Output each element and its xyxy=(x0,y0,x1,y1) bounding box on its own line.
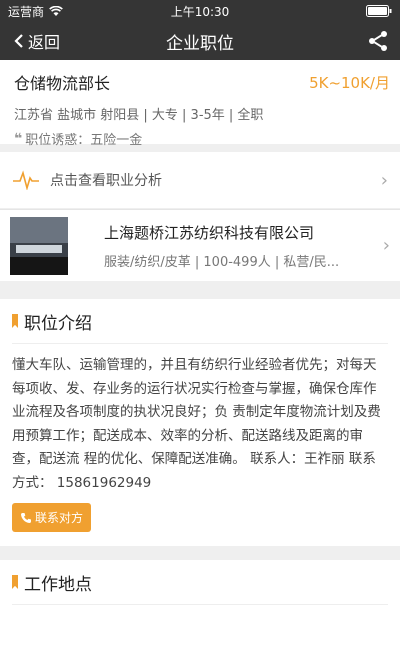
wifi-icon xyxy=(49,5,63,16)
job-summary-card: 仓储物流部长 5K~10K/月 江苏省 盐城市 射阳县 | 大专 | 3-5年 … xyxy=(0,60,400,148)
company-logo xyxy=(10,216,68,275)
bookmark-icon xyxy=(12,314,18,328)
section-title: 职位介绍 xyxy=(24,313,92,334)
job-meta: 江苏省 盐城市 射阳县 | 大专 | 3-5年 | 全职 xyxy=(14,108,264,123)
share-button[interactable] xyxy=(366,29,390,57)
nav-bar: 返回 企业职位 xyxy=(0,22,400,60)
company-name: 上海题桥江苏纺织科技有限公司 xyxy=(104,223,315,242)
phone-icon xyxy=(21,512,31,523)
section-header: 职位介绍 xyxy=(12,299,388,344)
carrier-label: 运营商 xyxy=(8,4,45,19)
company-info: 上海题桥江苏纺织科技有限公司 服装/纺织/皮革 | 100-499人 | 私营/… xyxy=(104,222,383,270)
contact-button[interactable]: 联系对方 xyxy=(12,503,92,532)
company-meta: 服装/纺织/皮革 | 100-499人 | 私营/民... xyxy=(104,254,340,270)
work-location-section: 工作地点 xyxy=(0,560,400,650)
share-icon xyxy=(369,31,387,51)
back-label: 返回 xyxy=(28,33,61,52)
battery-icon xyxy=(366,5,392,17)
chevron-left-icon xyxy=(14,34,23,48)
company-card[interactable]: 上海题桥江苏纺织科技有限公司 服装/纺织/皮革 | 100-499人 | 私营/… xyxy=(0,209,400,281)
back-button[interactable]: 返回 xyxy=(0,29,60,53)
contact-button-label: 联系对方 xyxy=(35,511,84,525)
job-perk: ❝ 职位诱惑：五险一金 xyxy=(14,129,388,149)
status-left: 运营商 xyxy=(8,3,63,20)
career-analysis-link[interactable]: 点击查看职业分析 › xyxy=(0,152,400,208)
career-analysis-label: 点击查看职业分析 xyxy=(50,173,162,189)
job-description-text: 懂大车队、运输管理的，并且有纺织行业经验者优先；对每天每项收、发、存业务的运行状… xyxy=(12,357,381,491)
salary-label: 5K~10K/月 xyxy=(309,74,390,92)
quote-icon: ❝ xyxy=(14,130,23,147)
job-perk-text: 职位诱惑：五险一金 xyxy=(25,133,143,148)
status-bar: 运营商 上午10:30 xyxy=(0,0,400,22)
status-right xyxy=(366,5,392,17)
chevron-right-icon: › xyxy=(382,235,390,256)
section-title: 工作地点 xyxy=(24,574,92,595)
job-description-section: 职位介绍 懂大车队、运输管理的，并且有纺织行业经验者优先；对每天每项收、发、存业… xyxy=(0,299,400,546)
pulse-icon xyxy=(13,170,39,190)
chevron-right-icon: › xyxy=(380,169,388,191)
bookmark-icon xyxy=(12,575,18,589)
section-header: 工作地点 xyxy=(12,560,388,605)
